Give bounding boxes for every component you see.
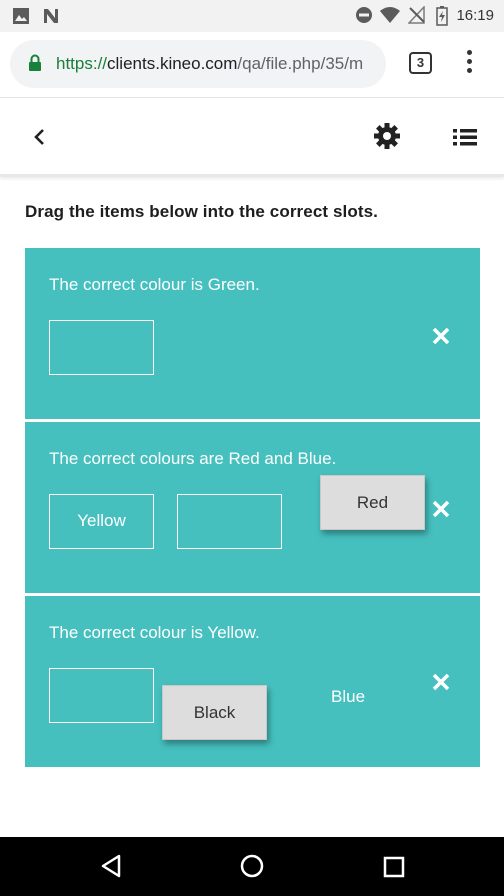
drag-item-red[interactable]: Red: [320, 475, 425, 530]
lock-icon: [29, 54, 41, 71]
incorrect-x-icon: [432, 327, 450, 345]
drop-slot[interactable]: [177, 494, 282, 549]
question-panel-3: The correct colour is Yellow. Black Blue: [25, 596, 480, 767]
drag-item-blue[interactable]: Blue: [331, 687, 365, 707]
app-header: [0, 99, 504, 177]
drop-slot[interactable]: [49, 668, 154, 723]
tab-switcher-button[interactable]: 3: [409, 52, 432, 74]
instruction-text: Drag the items below into the correct sl…: [25, 202, 378, 221]
nav-recents-icon[interactable]: [383, 856, 405, 878]
question-text: The correct colour is Green.: [49, 275, 260, 294]
n-notification-icon: [44, 9, 58, 23]
status-time: 16:19: [456, 7, 494, 24]
back-icon[interactable]: [26, 123, 54, 151]
do-not-disturb-icon: [356, 7, 372, 23]
question-panel-1: The correct colour is Green.: [25, 248, 480, 419]
url-host: clients.kineo.com: [107, 54, 238, 73]
drop-slot[interactable]: [49, 320, 154, 375]
incorrect-x-icon: [432, 673, 450, 691]
wifi-icon: [380, 7, 400, 23]
no-signal-icon: [408, 6, 425, 24]
status-bar: 16:19: [0, 0, 504, 32]
dot-icon: [466, 68, 472, 73]
settings-icon[interactable]: [372, 121, 402, 151]
nav-back-icon[interactable]: [99, 853, 123, 879]
nav-home-icon[interactable]: [240, 854, 264, 878]
question-text: The correct colour is Yellow.: [49, 623, 260, 642]
system-navigation-bar: [0, 837, 504, 896]
incorrect-x-icon: [432, 500, 450, 518]
url-text[interactable]: https://clients.kineo.com/qa/file.php/35…: [56, 54, 374, 76]
battery-charging-icon: [436, 6, 448, 26]
question-text: The correct colours are Red and Blue.: [49, 449, 337, 468]
url-path: /qa/file.php/35/m: [237, 54, 364, 73]
menu-list-icon[interactable]: [452, 125, 478, 149]
drop-slot-filled[interactable]: Yellow: [49, 494, 154, 549]
dot-icon: [466, 50, 472, 55]
address-bar[interactable]: https://clients.kineo.com/qa/file.php/35…: [10, 40, 386, 88]
browser-menu-button[interactable]: [462, 50, 476, 76]
image-icon: [13, 8, 29, 24]
dot-icon: [466, 59, 472, 64]
drag-item-black[interactable]: Black: [162, 685, 267, 740]
url-scheme: https://: [56, 54, 108, 73]
question-panel-2: The correct colours are Red and Blue. Ye…: [25, 422, 480, 593]
browser-toolbar: https://clients.kineo.com/qa/file.php/35…: [0, 32, 504, 98]
